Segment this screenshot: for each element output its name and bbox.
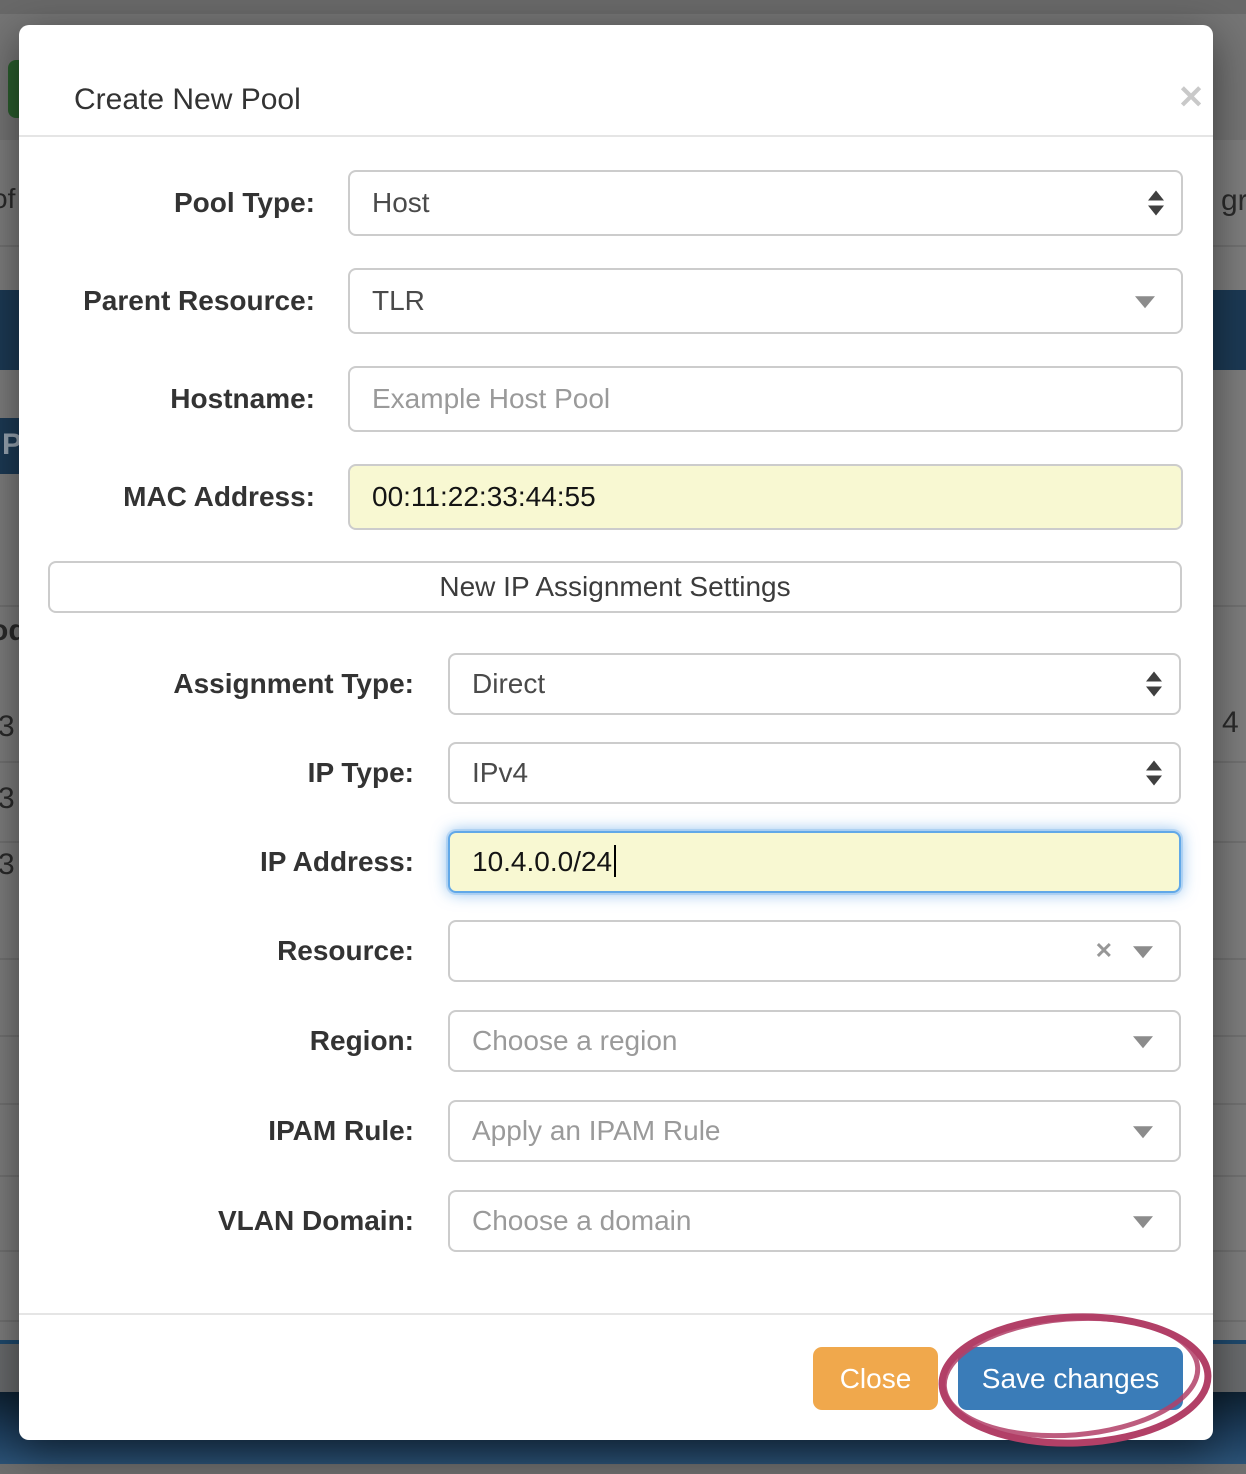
- vlan-domain-select[interactable]: Choose a domain: [448, 1190, 1181, 1252]
- vlan-domain-label: VLAN Domain:: [218, 1205, 414, 1236]
- background-bottom-strip: [0, 1464, 1246, 1474]
- hostname-input[interactable]: [348, 366, 1183, 432]
- parent-resource-select[interactable]: TLR: [348, 268, 1183, 334]
- region-label: Region:: [309, 1025, 414, 1056]
- ip-address-label: IP Address:: [259, 846, 414, 877]
- text-cursor: [614, 845, 617, 877]
- close-button[interactable]: Close: [813, 1347, 938, 1410]
- background-top-strip: [0, 0, 1246, 14]
- save-changes-button[interactable]: Save changes: [958, 1347, 1183, 1410]
- select-arrows-icon: [1145, 671, 1163, 697]
- assignment-type-value: Direct: [472, 668, 546, 699]
- chevron-down-icon: [1133, 1126, 1153, 1139]
- background-text-fragment: of: [0, 183, 16, 214]
- chevron-down-icon: [1135, 296, 1155, 309]
- ip-type-value: IPv4: [472, 757, 529, 788]
- ip-assignment-section-header: New IP Assignment Settings: [48, 561, 1182, 613]
- select-arrows-icon: [1145, 760, 1163, 786]
- assignment-type-label: Assignment Type:: [173, 668, 414, 699]
- background-text-fragment: 3: [0, 782, 15, 815]
- create-new-pool-modal: Create New Pool ✕ Pool Type: Host Parent…: [19, 25, 1213, 1440]
- ip-type-select[interactable]: IPv4: [448, 742, 1181, 804]
- pool-type-select[interactable]: Host: [348, 170, 1183, 236]
- ipam-rule-placeholder: Apply an IPAM Rule: [472, 1115, 721, 1146]
- background-text-fragment: gr: [1221, 184, 1246, 217]
- ipam-rule-select[interactable]: Apply an IPAM Rule: [448, 1100, 1181, 1162]
- footer-divider: [19, 1313, 1213, 1315]
- ip-address-value: 10.4.0.0/24: [450, 833, 1179, 891]
- header-divider: [19, 135, 1213, 137]
- background-text-fragment: 4: [1222, 706, 1239, 739]
- select-arrows-icon: [1147, 190, 1165, 216]
- ip-address-input[interactable]: 10.4.0.0/24: [448, 831, 1181, 893]
- ipam-rule-label: IPAM Rule:: [268, 1115, 414, 1146]
- resource-select[interactable]: ✕: [448, 920, 1181, 982]
- parent-resource-label: Parent Resource:: [83, 285, 315, 316]
- chevron-down-icon: [1133, 946, 1153, 959]
- close-icon[interactable]: ✕: [1169, 75, 1213, 119]
- pool-type-value: Host: [372, 187, 430, 218]
- background-text-fragment: 3: [0, 710, 15, 743]
- modal-title: Create New Pool: [74, 83, 301, 116]
- chevron-down-icon: [1133, 1036, 1153, 1049]
- resource-label: Resource:: [277, 935, 414, 966]
- region-select[interactable]: Choose a region: [448, 1010, 1181, 1072]
- assignment-type-select[interactable]: Direct: [448, 653, 1181, 715]
- region-placeholder: Choose a region: [472, 1025, 678, 1056]
- background-text-fragment: 3: [0, 848, 15, 881]
- clear-icon[interactable]: ✕: [1095, 938, 1113, 964]
- hostname-label: Hostname:: [170, 383, 315, 414]
- mac-address-label: MAC Address:: [123, 481, 315, 512]
- ip-type-label: IP Type:: [307, 757, 414, 788]
- mac-address-input[interactable]: [348, 464, 1183, 530]
- chevron-down-icon: [1133, 1216, 1153, 1229]
- pool-type-label: Pool Type:: [173, 187, 315, 218]
- vlan-domain-placeholder: Choose a domain: [472, 1205, 692, 1236]
- screen: of gr P od 3 4 3 3 Create New Pool ✕ Poo…: [0, 0, 1246, 1474]
- parent-resource-value: TLR: [372, 285, 425, 316]
